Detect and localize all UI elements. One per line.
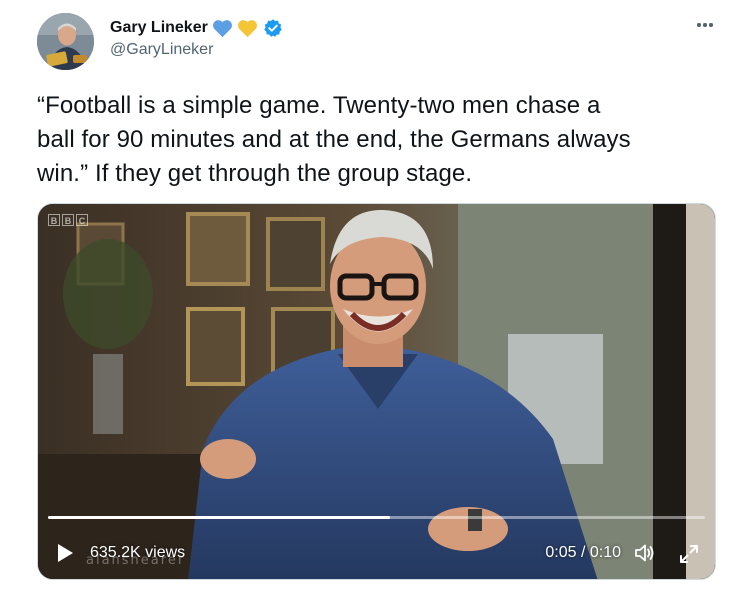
tweet-card: Gary Lineker @GaryLineker “Football is a… — [0, 0, 746, 595]
video-watermark: alanshearer — [86, 553, 186, 568]
author-display-name[interactable]: Gary Lineker — [110, 19, 208, 37]
video-progress-fill — [48, 516, 390, 519]
play-icon — [58, 544, 73, 562]
blue-heart-icon — [212, 19, 233, 38]
avatar[interactable] — [37, 13, 94, 70]
more-horizontal-icon — [697, 23, 701, 27]
video-time: 0:05 / 0:10 — [545, 544, 621, 561]
volume-button[interactable] — [633, 542, 657, 564]
author-handle[interactable]: @GaryLineker — [110, 41, 213, 59]
video-progress-bar[interactable] — [48, 516, 705, 519]
fullscreen-icon — [680, 545, 698, 563]
tweet-text: “Football is a simple game. Twenty-two m… — [37, 92, 631, 187]
video-frame — [38, 204, 715, 579]
yellow-heart-icon — [237, 19, 258, 38]
author-name-row: Gary Lineker — [110, 16, 283, 40]
play-button[interactable] — [54, 542, 76, 564]
video-player[interactable]: B B C 635.2K views alanshearer 0:05 / 0:… — [37, 203, 716, 580]
channel-logo: B B C — [48, 214, 88, 226]
volume-icon — [635, 544, 654, 562]
more-options-button[interactable] — [694, 14, 716, 36]
fullscreen-button[interactable] — [677, 542, 701, 566]
verified-badge-icon[interactable] — [263, 18, 283, 38]
